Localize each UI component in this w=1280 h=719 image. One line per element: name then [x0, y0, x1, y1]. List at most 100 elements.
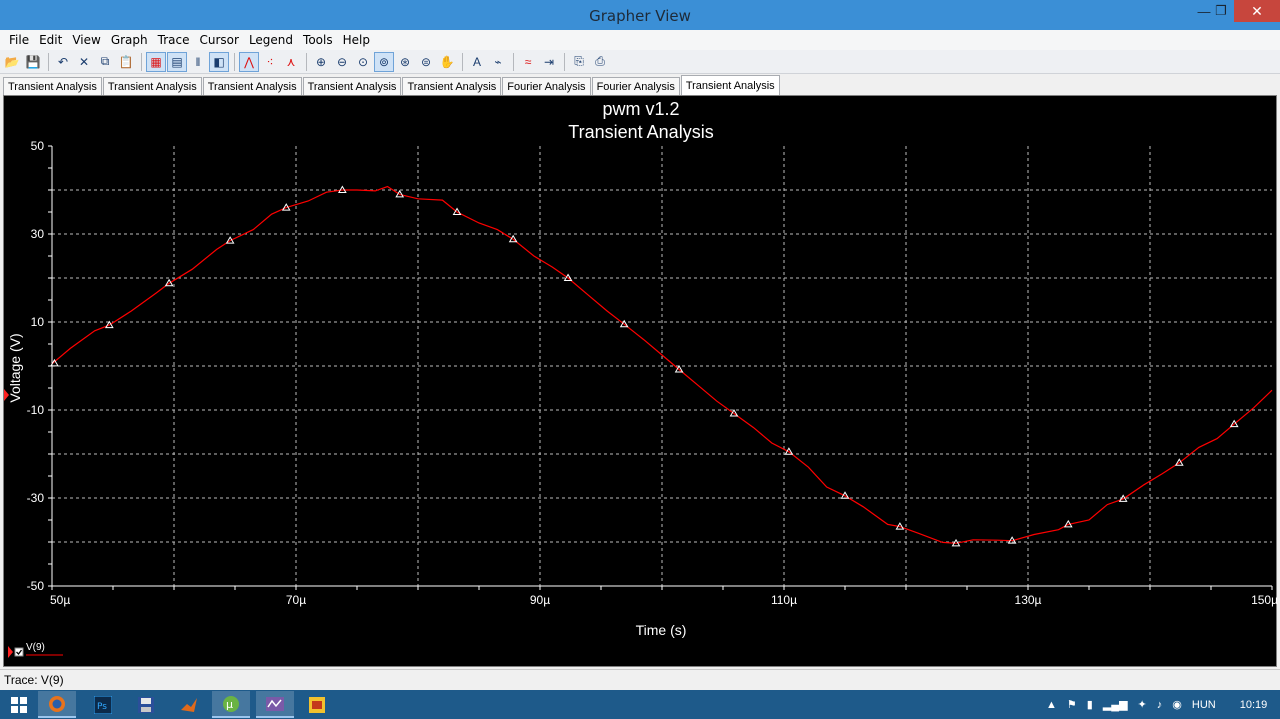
tray-arrow-icon[interactable]: ▲: [1046, 699, 1057, 711]
pan-hand-icon: ✋: [439, 54, 455, 69]
taskbar-multisim[interactable]: [256, 691, 294, 718]
menu-edit[interactable]: Edit: [34, 33, 67, 47]
marker-trace-icon: ⋏: [286, 54, 296, 69]
zoom-full-button[interactable]: ⊚: [374, 51, 394, 72]
zoom-y-icon: ⊜: [420, 54, 432, 69]
zoom-out-button[interactable]: ⊖: [332, 52, 352, 72]
zoom-y-button[interactable]: ⊜: [416, 52, 436, 72]
paste-button[interactable]: 📋: [116, 52, 136, 72]
close-icon: ✕: [1251, 2, 1263, 19]
svg-text:Ps: Ps: [97, 702, 107, 712]
legend-marker-icon: [8, 646, 13, 658]
menu-help[interactable]: Help: [338, 33, 375, 47]
text-button[interactable]: A: [467, 52, 487, 72]
close-button[interactable]: ✕: [1234, 0, 1280, 22]
bluetooth-icon[interactable]: ✦: [1138, 698, 1147, 711]
trace-props-button[interactable]: ≈: [518, 52, 538, 72]
open-button[interactable]: 📂: [2, 52, 22, 72]
clock[interactable]: 10:19: [1240, 699, 1268, 711]
dot-trace-icon: ⁖: [266, 54, 274, 69]
svg-text:µ: µ: [226, 698, 233, 711]
x-axis-label: Time (s): [636, 622, 687, 638]
export-button[interactable]: ⇥: [539, 52, 559, 72]
y-tick-label: -30: [27, 491, 45, 505]
flag-icon[interactable]: ⚑: [1067, 698, 1077, 711]
tab-strip: Transient Analysis Transient Analysis Tr…: [0, 75, 1280, 95]
toolbar-separator: [234, 52, 235, 71]
tab-transient-4[interactable]: Transient Analysis: [302, 77, 402, 95]
x-tick-label: 150µ: [1251, 593, 1278, 607]
export-icon: ⇥: [543, 54, 555, 69]
y-tick-label: -10: [27, 403, 45, 417]
legend-button[interactable]: ▤: [167, 51, 187, 72]
legend-icon: ▤: [171, 54, 183, 69]
zoom-area-icon: ⊙: [357, 54, 369, 69]
taskbar-photoshop[interactable]: Ps: [84, 691, 122, 718]
axes: 50µ 70µ 90µ 110µ 130µ 150µ 50 30 10 -10 -30 -50: [27, 139, 1278, 607]
signal-icon[interactable]: ▂▄▆: [1103, 698, 1128, 711]
line-trace-button[interactable]: ⋀: [239, 51, 259, 72]
print-button[interactable]: ⎙: [590, 52, 610, 72]
taskbar-utorrent[interactable]: µ: [212, 691, 250, 718]
text-icon: A: [472, 54, 481, 69]
overlay-button[interactable]: ◧: [209, 51, 229, 72]
zoom-area-button[interactable]: ⊙: [353, 52, 373, 72]
open-icon: 📂: [4, 54, 20, 69]
zoom-in-button[interactable]: ⊕: [311, 52, 331, 72]
taskbar-save[interactable]: [127, 691, 165, 718]
copy-graph-icon: ⎘: [574, 54, 584, 68]
volume-icon[interactable]: ♪: [1157, 699, 1163, 711]
graph-panel[interactable]: 50µ 70µ 90µ 110µ 130µ 150µ 50 30 10 -10 -30 -50 pwm…: [3, 95, 1278, 667]
tab-transient-3[interactable]: Transient Analysis: [202, 77, 302, 95]
menu-cursor[interactable]: Cursor: [194, 33, 243, 47]
tab-transient-2[interactable]: Transient Analysis: [102, 77, 202, 95]
copy-button[interactable]: ⧉: [95, 52, 115, 72]
line-trace-icon: ⋀: [244, 54, 254, 69]
legend-checkbox[interactable]: [14, 647, 24, 657]
zoom-full-icon: ⊚: [378, 54, 390, 69]
language-indicator[interactable]: HUN: [1192, 699, 1216, 711]
save-button[interactable]: 💾: [23, 52, 43, 72]
menu-tools[interactable]: Tools: [298, 33, 338, 47]
tab-transient-5[interactable]: Transient Analysis: [402, 77, 502, 95]
menu-graph[interactable]: Graph: [106, 33, 153, 47]
label-button[interactable]: ⌁: [488, 52, 508, 72]
delete-button[interactable]: ✕: [74, 52, 94, 72]
menu-file[interactable]: File: [4, 33, 34, 47]
photoshop-icon: Ps: [94, 695, 112, 714]
taskbar-firefox[interactable]: [38, 691, 76, 718]
tab-transient-active[interactable]: Transient Analysis: [680, 75, 780, 95]
copy-graph-button[interactable]: ⎘: [569, 52, 589, 72]
legend-label: V(9): [26, 642, 45, 653]
undo-button[interactable]: ↶: [53, 52, 73, 72]
marker-trace-button[interactable]: ⋏: [281, 52, 301, 72]
battery-icon[interactable]: ▮: [1087, 698, 1093, 711]
grid-button[interactable]: ▦: [146, 51, 166, 72]
restore-icon: ❐: [1215, 3, 1227, 18]
tab-fourier-1[interactable]: Fourier Analysis: [502, 77, 591, 95]
zoom-x-button[interactable]: ⊛: [395, 52, 415, 72]
pan-hand-button[interactable]: ✋: [437, 52, 457, 72]
window-title: Grapher View: [589, 7, 691, 25]
pdf-icon: [309, 696, 325, 713]
taskbar-matlab[interactable]: [170, 691, 208, 718]
grid-icon: ▦: [150, 54, 162, 69]
toolbar-separator: [306, 52, 307, 71]
network-icon[interactable]: ◉: [1172, 698, 1182, 711]
copy-icon: ⧉: [100, 54, 110, 68]
firefox-icon: [49, 695, 65, 712]
x-tick-label: 50µ: [50, 593, 70, 607]
tab-fourier-2[interactable]: Fourier Analysis: [591, 77, 680, 95]
menu-view[interactable]: View: [67, 33, 105, 47]
menu-legend[interactable]: Legend: [244, 33, 298, 47]
menu-trace[interactable]: Trace: [153, 33, 195, 47]
utorrent-icon: µ: [223, 695, 239, 712]
taskbar-pdf[interactable]: [298, 691, 336, 718]
restore-button[interactable]: ❐: [1206, 0, 1236, 22]
cursor-bars-button[interactable]: ‖: [188, 52, 208, 72]
dot-trace-button[interactable]: ⁖: [260, 52, 280, 72]
start-button[interactable]: [0, 691, 38, 718]
y-tick-label: 30: [31, 227, 45, 241]
menu-bar: File Edit View Graph Trace Cursor Legend…: [0, 30, 1280, 50]
tab-transient-1[interactable]: Transient Analysis: [3, 77, 102, 95]
